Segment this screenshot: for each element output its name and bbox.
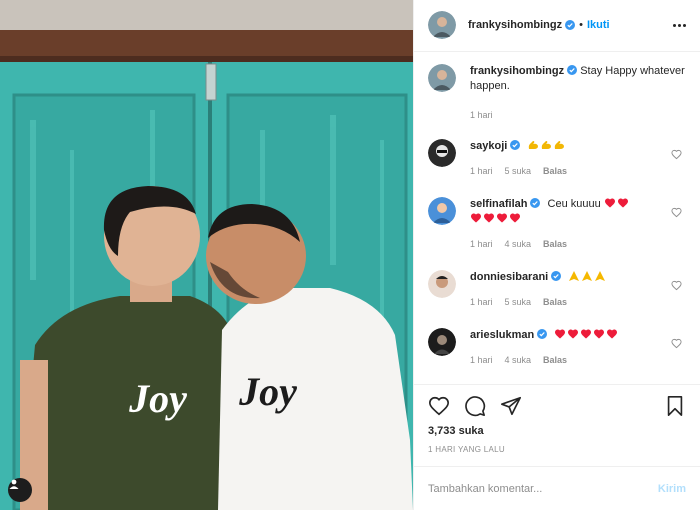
post-actions: 3,733 suka 1 HARI YANG LALU [414,384,700,466]
separator-dot: • [579,19,583,32]
reply-button[interactable]: Balas [543,237,567,252]
post-side-panel: frankysihombingz • Ikuti frankysihombing… [413,0,700,510]
like-comment-icon[interactable] [671,338,682,349]
reply-button[interactable]: Balas [543,353,567,368]
reply-button[interactable]: Balas [543,295,567,310]
user-tag-icon[interactable] [8,478,32,502]
bookmark-icon[interactable] [664,395,686,417]
comment-time[interactable]: 1 hari [470,295,493,310]
more-options-icon[interactable] [673,23,686,27]
heart-emoji-icon [594,329,605,339]
heart-emoji-icon [497,213,507,223]
author-username[interactable]: frankysihombingz [468,19,562,31]
verified-badge-icon [530,197,541,208]
pray-emoji-icon [595,270,606,281]
shirt-text-right: Joy [238,369,297,414]
post-comment-button[interactable]: Kirim [658,483,686,495]
verified-badge-icon [551,270,562,281]
comment-time[interactable]: 1 hari [470,164,493,179]
like-comment-icon[interactable] [671,149,682,160]
comment-time[interactable]: 1 hari [470,353,493,368]
reply-button[interactable]: Balas [543,164,567,179]
heart-emoji-icon [471,213,481,223]
like-comment-icon[interactable] [671,280,682,291]
comment-item: selfinafilah Ceu kuuuu 1 hari 4 suka Balas [428,196,686,252]
comment-likes[interactable]: 4 suka [505,353,532,368]
comment-input[interactable] [428,482,658,495]
post-photo[interactable]: Joy Joy [0,0,413,510]
verified-badge-icon [565,20,576,31]
share-send-icon[interactable] [500,395,522,417]
heart-emoji-icon [604,198,615,208]
commenter-avatar[interactable] [428,327,456,356]
muscle-emoji-group [527,140,566,152]
heart-emoji-icon [484,213,494,223]
heart-emoji-group [554,329,619,341]
commenter-username[interactable]: donniesibarani [470,271,548,283]
comment-item: arieslukman 1 hari 4 suka Balas [428,327,686,368]
heart-emoji-icon [607,329,618,339]
comment-item: donniesibarani 1 hari 5 suka Balas [428,269,686,310]
follow-button[interactable]: Ikuti [587,19,610,31]
verified-badge-icon [537,328,548,339]
commenter-avatar[interactable] [428,269,456,298]
author-avatar[interactable] [428,11,456,40]
comment-item: saykoji 1 hari 5 suka Balas [428,138,686,179]
muscle-emoji-icon [542,140,552,149]
pray-emoji-icon [582,270,593,281]
post-header: frankysihombingz • Ikuti [414,0,700,52]
comment-likes[interactable]: 4 suka [505,237,532,252]
heart-emoji-icon [617,198,628,208]
caption-username[interactable]: frankysihombingz [470,65,564,77]
caption: frankysihombingz Stay Happy whatever hap… [428,63,686,123]
muscle-emoji-icon [555,140,565,149]
commenter-avatar[interactable] [428,138,456,167]
heart-emoji-icon [555,329,566,339]
commenter-username[interactable]: selfinafilah [470,198,527,210]
post-timestamp[interactable]: 1 HARI YANG LALU [428,445,686,454]
instagram-post-modal: Joy Joy frankysihombingz • Ikuti frankys… [0,0,700,510]
comment-composer: Kirim [414,466,700,510]
like-heart-icon[interactable] [428,395,450,417]
muscle-emoji-icon [529,140,539,149]
comment-likes[interactable]: 5 suka [505,164,532,179]
verified-badge-icon [510,139,521,150]
pray-emoji-icon [569,270,580,281]
comment-likes[interactable]: 5 suka [505,295,532,310]
shirt-text-left: Joy [128,376,187,421]
verified-badge-icon [567,64,578,75]
like-comment-icon[interactable] [671,207,682,218]
author-avatar-caption[interactable] [428,63,456,92]
commenter-username[interactable]: saykoji [470,140,507,152]
commenter-username[interactable]: arieslukman [470,329,534,341]
comments-list[interactable]: frankysihombingz Stay Happy whatever hap… [414,52,700,385]
heart-emoji-icon [510,213,520,223]
caption-time[interactable]: 1 hari [470,108,493,123]
heart-emoji-icon [568,329,579,339]
comment-time[interactable]: 1 hari [470,237,493,252]
commenter-avatar[interactable] [428,196,456,225]
photo-illustration: Joy Joy [0,0,413,510]
heart-emoji-icon [581,329,592,339]
like-count[interactable]: 3,733 suka [428,425,686,437]
comment-bubble-icon[interactable] [464,395,486,417]
pray-emoji-group [568,270,607,283]
comment-text: Ceu kuuuu [547,197,601,210]
